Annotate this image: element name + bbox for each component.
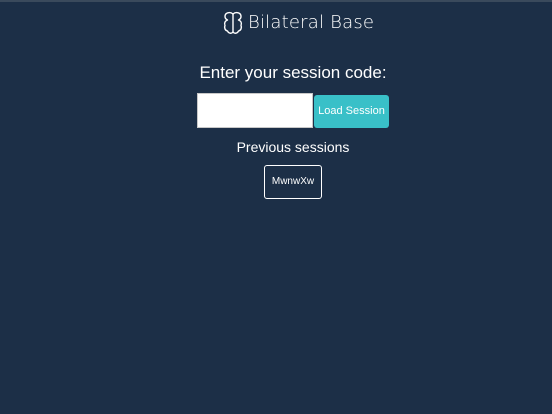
session-code-prompt: Enter your session code: — [199, 63, 387, 82]
top-border — [0, 0, 552, 2]
session-code-input[interactable] — [197, 93, 313, 128]
brand-header: Bilateral Base — [222, 11, 374, 35]
load-session-button[interactable]: Load Session — [314, 95, 389, 128]
bilateral-brain-logo-icon — [223, 11, 243, 34]
previous-sessions-heading: Previous sessions — [236, 139, 350, 155]
brand-name: Bilateral Base — [248, 12, 375, 33]
previous-session-button[interactable]: MwnwXw — [264, 165, 322, 199]
